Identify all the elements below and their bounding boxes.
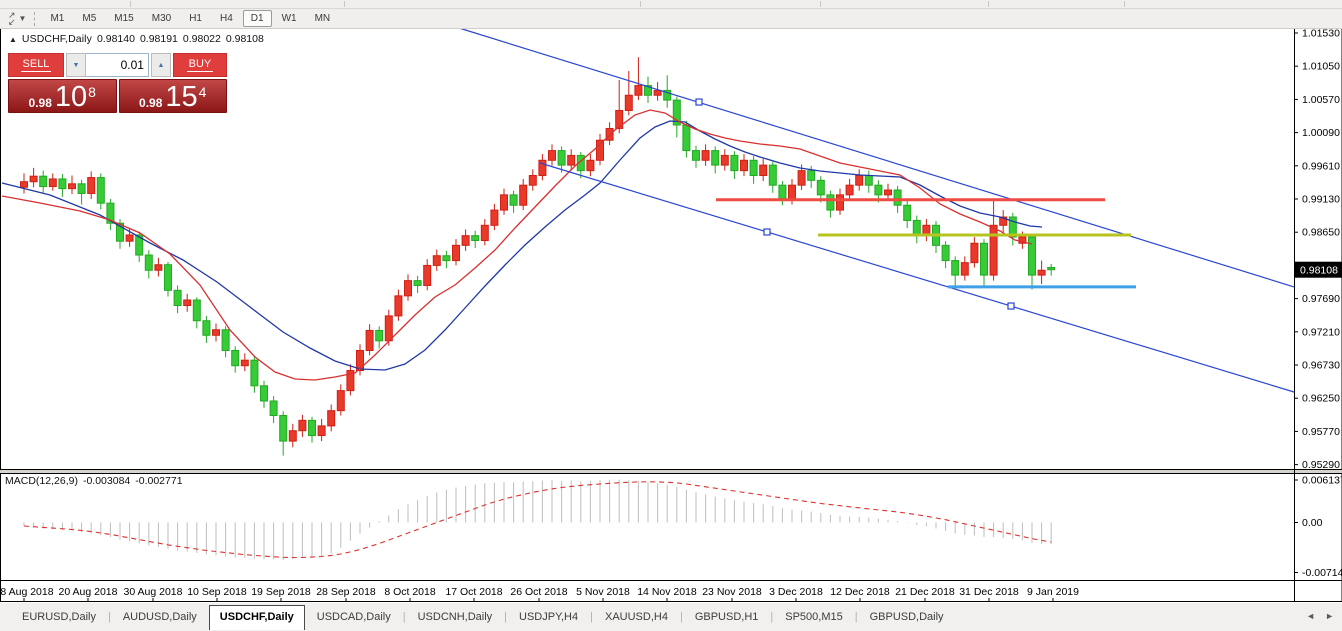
svg-text:0.006137: 0.006137: [1302, 475, 1342, 487]
svg-text:0.98108: 0.98108: [1300, 265, 1338, 277]
collapse-arrow-icon[interactable]: ▲: [9, 35, 17, 44]
svg-text:8 Oct 2018: 8 Oct 2018: [384, 586, 436, 598]
svg-text:17 Oct 2018: 17 Oct 2018: [445, 586, 502, 598]
ohlc-low: 0.98022: [183, 33, 221, 45]
timeframe-button-m5[interactable]: M5: [74, 10, 104, 27]
svg-text:0.99130: 0.99130: [1302, 194, 1340, 206]
svg-text:28 Sep 2018: 28 Sep 2018: [316, 586, 376, 598]
chart-tab-audusd-daily[interactable]: AUDUSD,Daily: [111, 606, 209, 628]
svg-text:1.01050: 1.01050: [1302, 61, 1340, 73]
svg-text:26 Oct 2018: 26 Oct 2018: [510, 586, 567, 598]
svg-text:3 Dec 2018: 3 Dec 2018: [769, 586, 823, 598]
timeframe-button-h4[interactable]: H4: [212, 10, 241, 27]
chart-tab-gbpusd-h1[interactable]: GBPUSD,H1: [683, 606, 771, 628]
sell-price-display[interactable]: 0.98 10 8: [8, 79, 117, 113]
chart-tab-bar: EURUSD,Daily|AUDUSD,DailyUSDCHF,DailyUSD…: [0, 603, 1342, 631]
svg-text:20 Aug 2018: 20 Aug 2018: [59, 586, 118, 598]
one-click-trading-panel: SELL ▼ ▲ BUY 0.98 10 8 0.98 15 4: [8, 53, 227, 113]
svg-text:8 Aug 2018: 8 Aug 2018: [0, 586, 53, 598]
toolbar-separator: [130, 1, 131, 7]
sell-price-main: 10: [55, 84, 87, 110]
tab-scroll-right-icon[interactable]: ►: [1325, 611, 1334, 621]
svg-text:0.99610: 0.99610: [1302, 160, 1340, 172]
chart-tab-xauusd-h4[interactable]: XAUUSD,H4: [593, 606, 680, 628]
macd-value-1: -0.003084: [83, 475, 130, 487]
sell-price-pip: 8: [88, 86, 96, 98]
chart-tab-eurusd-daily[interactable]: EURUSD,Daily: [10, 606, 108, 628]
sell-button[interactable]: SELL: [8, 53, 64, 77]
svg-text:31 Dec 2018: 31 Dec 2018: [959, 586, 1019, 598]
svg-text:0.97210: 0.97210: [1302, 326, 1340, 338]
timeframe-button-m30[interactable]: M30: [144, 10, 179, 27]
svg-text:0.95770: 0.95770: [1302, 426, 1340, 438]
macd-indicator-label: MACD(12,26,9) -0.003084 -0.002771: [5, 475, 183, 487]
toolbar-separator: [820, 1, 821, 7]
buy-price-prefix: 0.98: [139, 96, 162, 110]
chart-tab-usdcad-daily[interactable]: USDCAD,Daily: [305, 606, 403, 628]
volume-input[interactable]: [86, 53, 149, 77]
chart-tab-gbpusd-daily[interactable]: GBPUSD,Daily: [858, 606, 956, 628]
timeframe-toolbar: ↗ ↙ ▼ M1M5M15M30H1H4D1W1MN: [0, 9, 1342, 29]
svg-text:5 Nov 2018: 5 Nov 2018: [576, 586, 630, 598]
timeframe-button-m15[interactable]: M15: [106, 10, 141, 27]
toolbar-separator: [640, 1, 641, 7]
svg-text:30 Aug 2018: 30 Aug 2018: [124, 586, 183, 598]
chart-symbol-label: USDCHF,Daily: [22, 33, 92, 45]
volume-decrease-button[interactable]: ▼: [66, 53, 86, 77]
toolbar-grip[interactable]: [34, 12, 35, 26]
current-price-tag: 0.98108: [1295, 262, 1342, 278]
ohlc-close: 0.98108: [226, 33, 264, 45]
toolbar-separator: [988, 1, 989, 7]
svg-text:1.01530: 1.01530: [1302, 28, 1340, 40]
toolbar-separator: [1124, 1, 1125, 7]
chevron-down-icon[interactable]: ▼: [19, 14, 27, 23]
svg-text:1.00570: 1.00570: [1302, 94, 1340, 106]
svg-text:12 Dec 2018: 12 Dec 2018: [830, 586, 890, 598]
buy-price-main: 15: [165, 84, 197, 110]
svg-text:10 Sep 2018: 10 Sep 2018: [187, 586, 247, 598]
svg-text:21 Dec 2018: 21 Dec 2018: [895, 586, 955, 598]
timeframe-button-w1[interactable]: W1: [274, 10, 305, 27]
svg-text:0.96730: 0.96730: [1302, 360, 1340, 372]
mt4-window: ↗ ↙ ▼ M1M5M15M30H1H4D1W1MN 1.01530 1.0105…: [0, 0, 1342, 631]
charts-tool-icon[interactable]: ↗ ↙: [8, 11, 16, 27]
sell-price-prefix: 0.98: [29, 96, 52, 110]
arrow-sw-icon: ↙: [8, 19, 16, 26]
svg-text:0.00: 0.00: [1302, 517, 1323, 529]
spinner-down-icon: ▼: [72, 62, 79, 69]
spinner-up-icon: ▲: [157, 62, 164, 69]
svg-text:0.97690: 0.97690: [1302, 293, 1340, 305]
tab-scroll-left-icon[interactable]: ◄: [1306, 611, 1315, 621]
ohlc-open: 0.98140: [97, 33, 135, 45]
svg-text:0.95290: 0.95290: [1302, 459, 1340, 471]
svg-text:9 Jan 2019: 9 Jan 2019: [1027, 586, 1079, 598]
svg-text:-0.007142: -0.007142: [1302, 567, 1342, 579]
svg-text:23 Nov 2018: 23 Nov 2018: [702, 586, 762, 598]
macd-value-2: -0.002771: [135, 475, 182, 487]
buy-button[interactable]: BUY: [173, 53, 227, 77]
chart-tab-usdchf-daily[interactable]: USDCHF,Daily: [209, 605, 305, 630]
chart-tab-usdcnh-daily[interactable]: USDCNH,Daily: [406, 606, 505, 628]
chart-tab-usdjpy-h4[interactable]: USDJPY,H4: [507, 606, 590, 628]
macd-name: MACD(12,26,9): [5, 475, 78, 487]
upper-toolbar-sliver: [0, 0, 1342, 9]
svg-text:14 Nov 2018: 14 Nov 2018: [637, 586, 697, 598]
svg-text:0.98650: 0.98650: [1302, 227, 1340, 239]
volume-increase-button[interactable]: ▲: [151, 53, 171, 77]
timeframe-button-mn[interactable]: MN: [307, 10, 339, 27]
buy-price-pip: 4: [199, 86, 207, 98]
svg-text:19 Sep 2018: 19 Sep 2018: [251, 586, 311, 598]
buy-price-display[interactable]: 0.98 15 4: [119, 79, 228, 113]
svg-text:0.96250: 0.96250: [1302, 393, 1340, 405]
timeframe-button-m1[interactable]: M1: [42, 10, 72, 27]
timeframe-button-d1[interactable]: D1: [243, 10, 272, 27]
ohlc-high: 0.98191: [140, 33, 178, 45]
timeframe-button-h1[interactable]: H1: [181, 10, 210, 27]
chart-title: ▲ USDCHF,Daily 0.98140 0.98191 0.98022 0…: [9, 33, 264, 45]
chart-tab-sp500-m15[interactable]: SP500,M15: [773, 606, 854, 628]
svg-text:1.00090: 1.00090: [1302, 127, 1340, 139]
toolbar-separator: [344, 1, 345, 7]
